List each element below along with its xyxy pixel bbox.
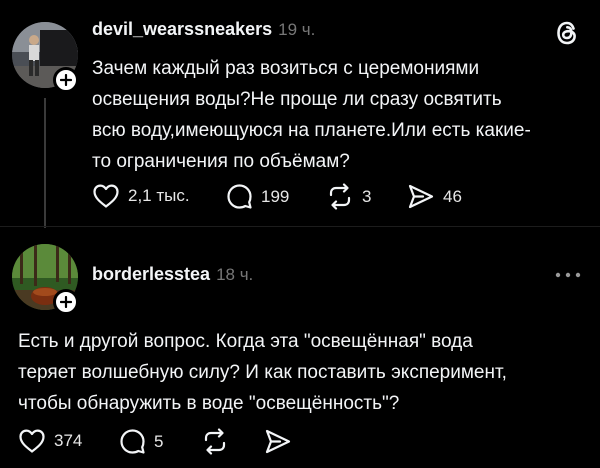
like-button[interactable]: 374 xyxy=(18,428,82,454)
share-count: 46 xyxy=(443,186,462,206)
thread-line xyxy=(44,98,46,228)
share-button[interactable] xyxy=(264,428,292,455)
comment-count: 5 xyxy=(154,431,164,451)
send-icon xyxy=(408,184,434,209)
post-text-line: то ограничения по объёмам? xyxy=(92,151,350,172)
post-text-line: чтобы обнаружить в воде "освещённость"? xyxy=(18,393,400,414)
plus-icon xyxy=(60,74,72,86)
divider xyxy=(0,226,600,227)
heart-icon xyxy=(19,429,45,453)
post-text: Есть и другой вопрос. Когда эта "освещён… xyxy=(18,326,507,419)
post-text-line: всю воду,имеющуюся на планете.Или есть к… xyxy=(92,120,531,141)
threads-logo-icon[interactable] xyxy=(553,19,581,52)
comment-button[interactable]: 5 xyxy=(119,428,163,455)
post-text: Зачем каждый раз возиться с церемониями … xyxy=(92,53,531,177)
repost-icon xyxy=(329,183,351,210)
post-text-line: Зачем каждый раз возиться с церемониями xyxy=(92,58,480,79)
comment-count: 199 xyxy=(261,186,290,206)
send-icon xyxy=(265,429,291,454)
post-text-line: Есть и другой вопрос. Когда эта "освещён… xyxy=(18,331,473,352)
more-options-icon[interactable] xyxy=(554,268,582,287)
follow-button[interactable] xyxy=(53,289,79,315)
post-header: devil_wearssneakers 19 ч. xyxy=(92,19,315,40)
like-count: 374 xyxy=(54,431,83,450)
like-button[interactable]: 2,1 тыс. xyxy=(92,183,190,209)
repost-button[interactable]: 3 xyxy=(326,183,371,210)
username[interactable]: borderlesstea xyxy=(92,264,210,284)
post-text-line: освещения воды?Не проще ли сразу освятит… xyxy=(92,89,502,110)
share-button[interactable]: 46 xyxy=(407,183,462,210)
repost-count: 3 xyxy=(362,186,372,206)
timestamp: 18 ч. xyxy=(216,265,254,284)
post-text-line: теряет волшебную силу? И как поставить э… xyxy=(18,362,507,383)
post-header: borderlesstea 18 ч. xyxy=(92,264,253,285)
comment-icon xyxy=(120,429,145,454)
heart-icon xyxy=(93,184,119,208)
timestamp: 19 ч. xyxy=(278,20,316,39)
follow-button[interactable] xyxy=(53,67,79,93)
repost-icon xyxy=(204,428,226,455)
repost-button[interactable] xyxy=(201,428,229,455)
like-count: 2,1 тыс. xyxy=(128,186,190,205)
comment-icon xyxy=(227,184,252,209)
username[interactable]: devil_wearssneakers xyxy=(92,19,272,39)
comment-button[interactable]: 199 xyxy=(226,183,289,210)
plus-icon xyxy=(60,296,72,308)
